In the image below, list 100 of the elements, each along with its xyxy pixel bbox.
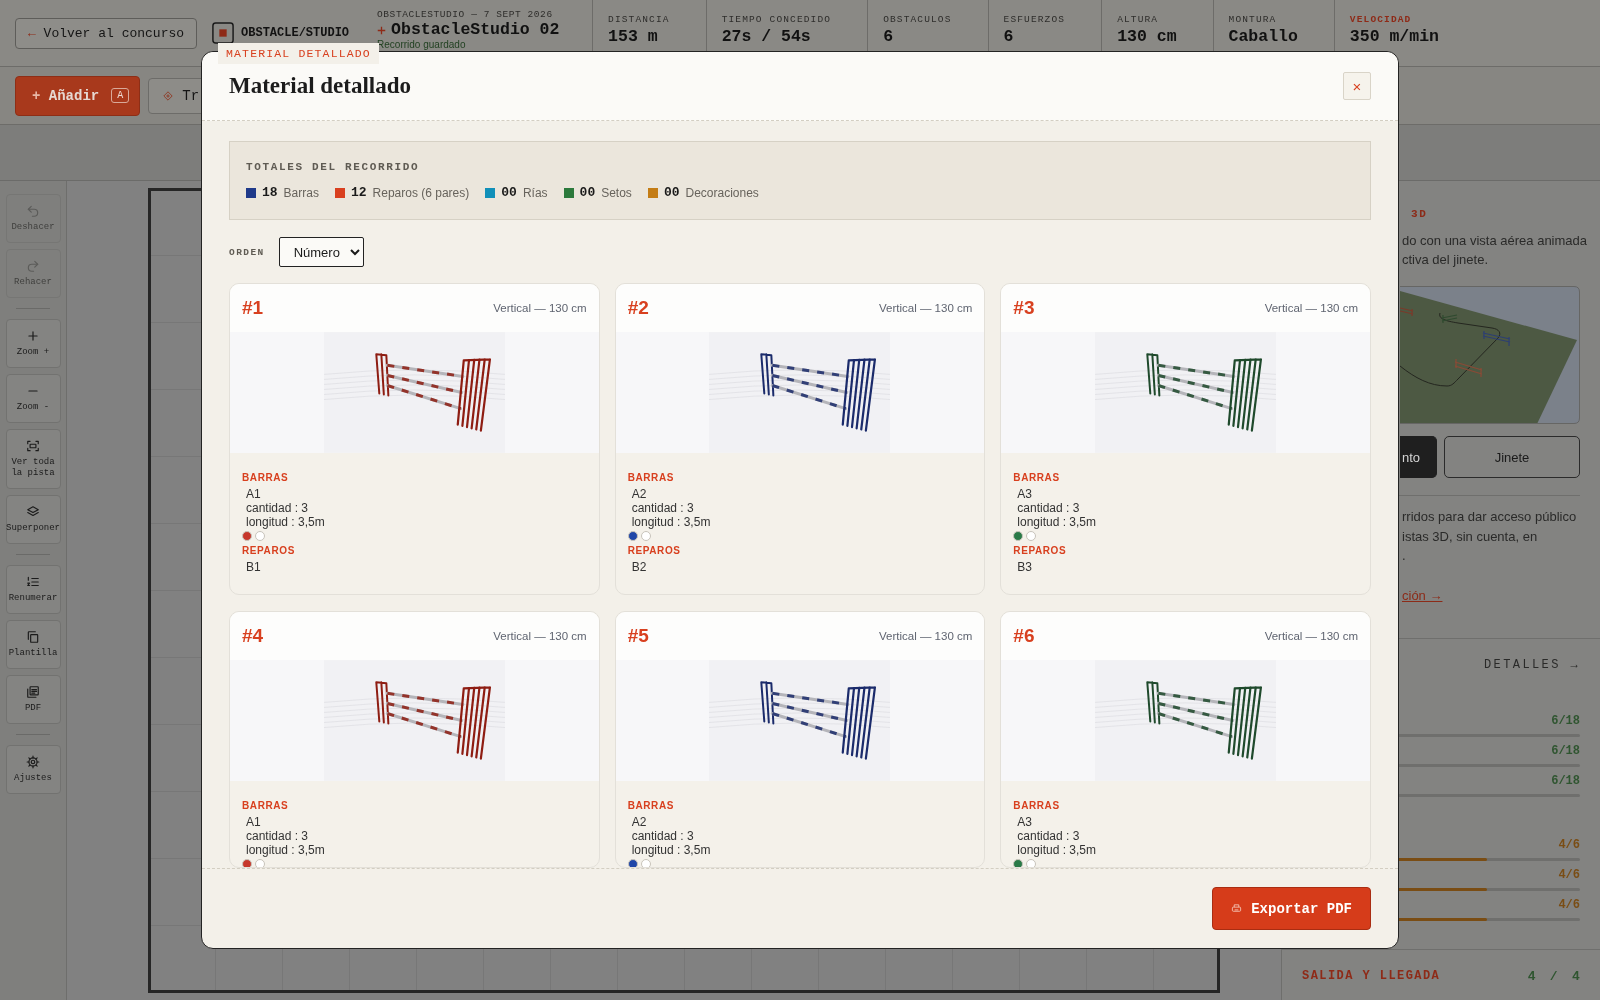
detail-line: A2	[630, 815, 647, 829]
obstacle-type: Vertical — 130 cm	[1264, 302, 1358, 314]
tool-button[interactable]: Ver toda la pista	[5, 429, 61, 489]
section-title: 3D	[1411, 207, 1428, 222]
meter-value: 4/6	[1558, 896, 1580, 913]
obstacle-type: Vertical — 130 cm	[493, 630, 587, 642]
detail-line: longitud : 3,5m	[630, 515, 711, 529]
section-label: REPAROS	[1013, 544, 1067, 558]
detail-line: longitud : 3,5m	[245, 515, 325, 529]
meter-value: 4/6	[1558, 836, 1580, 853]
obstacle-type: Vertical — 130 cm	[879, 630, 973, 642]
stat-label: ALTURA	[1117, 14, 1159, 26]
detail-line: longitud : 3,5m	[1016, 843, 1097, 857]
detail-line: cantidad : 3	[1016, 501, 1080, 515]
detail-line: cantidad : 3	[630, 501, 694, 515]
brand-name: OBSTACLE/STUDIO	[241, 26, 350, 40]
total-count: 18	[262, 185, 278, 201]
stat-value: 350 m/min	[1349, 27, 1439, 47]
view-button[interactable]: nto	[1400, 436, 1437, 478]
obstacle-type: Vertical — 130 cm	[879, 302, 973, 314]
total-label: Barras	[283, 185, 319, 201]
close-button[interactable]: ×	[1343, 72, 1371, 100]
total-label: Setos	[601, 185, 632, 201]
detail-line: B1	[245, 560, 261, 574]
detail-line: B2	[630, 560, 647, 574]
copy-icon	[26, 630, 40, 644]
settings-icon	[26, 755, 40, 769]
detail-line: cantidad : 3	[245, 829, 309, 843]
obstacle-number: #3	[1013, 297, 1035, 319]
logo-icon	[212, 22, 235, 44]
description-text: rridos para dar acceso público	[1402, 508, 1577, 526]
detail-line: cantidad : 3	[630, 829, 694, 843]
printer-icon	[1231, 903, 1243, 914]
obstacle-number: #5	[627, 625, 649, 647]
description-text: ctiva del jinete.	[1402, 251, 1488, 269]
total-count: 12	[350, 185, 367, 201]
total-count: 00	[579, 185, 596, 201]
dialog-title: Material detallado	[229, 73, 412, 99]
tool-button[interactable]: PDF	[5, 675, 61, 724]
detail-line: A2	[630, 487, 647, 501]
total-label: Reparos (6 pares)	[372, 185, 470, 201]
tool-button[interactable]: Renumerar	[5, 565, 61, 614]
add-button[interactable]: + Añadir A	[15, 75, 141, 116]
stat-label: OBSTACULOS	[883, 14, 952, 26]
obstacle-type: Vertical — 130 cm	[493, 302, 587, 314]
section-label: BARRAS	[627, 471, 675, 485]
obstacle-number: #6	[1013, 625, 1035, 647]
plus-icon	[26, 329, 40, 343]
plus-icon	[377, 25, 387, 35]
redo-icon	[26, 259, 40, 273]
save-status: Recorrido guardado	[377, 40, 466, 50]
stat-label: ESFUERZOS	[1003, 14, 1066, 26]
detail-line: A1	[245, 487, 261, 501]
stat-value: 6	[883, 27, 894, 47]
tool-button[interactable]: Ajustes	[5, 745, 61, 794]
section-label: BARRAS	[242, 799, 289, 813]
detail-line: longitud : 3,5m	[630, 843, 711, 857]
view-button[interactable]: Jinete	[1444, 436, 1580, 478]
details-link[interactable]: DETALLES →	[1484, 656, 1580, 673]
meter-value: 6/18	[1551, 772, 1580, 789]
layers-icon	[26, 505, 40, 519]
detail-line: A3	[1016, 815, 1032, 829]
stat-value: 6	[1003, 27, 1014, 47]
stat-label: DISTANCIA	[608, 14, 670, 26]
stat-value: 153 m	[608, 27, 658, 47]
fit-frame-icon	[26, 439, 40, 453]
section-label: BARRAS	[1013, 799, 1060, 813]
detail-line: cantidad : 3	[1016, 829, 1080, 843]
count: 4 / 4	[1527, 968, 1583, 984]
detail-line: A1	[245, 815, 261, 829]
undo-icon	[26, 204, 40, 218]
stat-label: MONTURA	[1228, 14, 1277, 26]
section-label: BARRAS	[627, 799, 675, 813]
totals-title: TOTALES DEL RECORRIDO	[246, 160, 420, 175]
sort-select[interactable]: Número	[278, 237, 364, 267]
obstacle-number: #4	[242, 625, 264, 647]
total-label: Rías	[522, 185, 548, 201]
detail-line: A3	[1016, 487, 1032, 501]
description-text: .	[1402, 547, 1406, 565]
tool-button[interactable]: Zoom +	[5, 319, 61, 368]
obstacle-type: Vertical — 130 cm	[1264, 630, 1358, 642]
detail-line: longitud : 3,5m	[1016, 515, 1097, 529]
export-button[interactable]: Exportar PDF	[1212, 887, 1371, 930]
tool-button[interactable]: Superponer	[5, 495, 61, 544]
detail-line: longitud : 3,5m	[245, 843, 325, 857]
diamond-icon	[163, 90, 174, 101]
stat-label: TIEMPO CONCEDIDO	[721, 14, 832, 26]
section-title: SALIDA Y LLEGADA	[1302, 969, 1441, 983]
tool-button[interactable]: Zoom -	[5, 374, 61, 423]
tool-button[interactable]: Plantilla	[5, 620, 61, 669]
total-label: Decoraciones	[685, 185, 759, 201]
obstacle-number: #1	[242, 297, 264, 319]
description-text: istas 3D, sin cuenta, en	[1402, 527, 1538, 546]
total-count: 00	[663, 185, 680, 201]
numbered-list-icon	[26, 575, 40, 589]
obstacle-number: #2	[627, 297, 649, 319]
course-meta: OBSTACLESTUDIO — 7 SEPT 2026	[377, 9, 553, 20]
section-label: REPAROS	[627, 544, 681, 558]
back-button[interactable]: ← Volver al concurso	[15, 17, 198, 49]
stat-value: Caballo	[1228, 27, 1298, 47]
